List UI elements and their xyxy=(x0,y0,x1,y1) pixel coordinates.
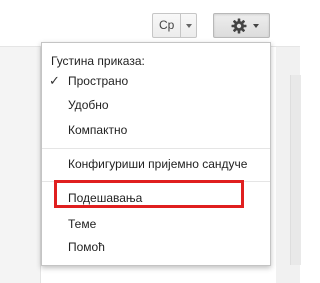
checkmark-icon: ✓ xyxy=(49,73,60,88)
menu-item-configure-inbox[interactable]: Конфигуриши пријемно сандуче xyxy=(42,153,270,175)
menu-item-help[interactable]: Помоћ xyxy=(42,236,270,258)
menu-item-density-cozy[interactable]: Удобно xyxy=(42,94,270,116)
menu-item-density-compact[interactable]: Компактно xyxy=(42,119,270,141)
menu-item-label: Удобно xyxy=(68,98,109,112)
gear-icon xyxy=(231,18,247,34)
menu-separator xyxy=(42,148,270,149)
menu-item-themes[interactable]: Теме xyxy=(42,213,270,235)
chevron-down-icon xyxy=(253,24,259,28)
settings-dropdown-menu: Густина приказа: ✓ Пространo Удобно Комп… xyxy=(41,42,271,266)
settings-gear-button[interactable] xyxy=(213,13,270,38)
language-dropdown-button[interactable] xyxy=(180,13,198,38)
menu-item-density-comfortable[interactable]: ✓ Пространo xyxy=(42,70,270,92)
highlight-box xyxy=(54,180,244,208)
menu-item-label: Пространo xyxy=(68,74,129,88)
density-header: Густина приказа: xyxy=(51,54,145,68)
left-pane xyxy=(0,47,41,283)
chevron-down-icon xyxy=(186,24,193,28)
menu-item-label: Конфигуриши пријемно сандуче xyxy=(68,157,248,171)
right-pane xyxy=(276,47,301,283)
language-selector[interactable]: Ср xyxy=(152,13,198,38)
language-button[interactable]: Ср xyxy=(152,13,182,38)
top-toolbar: Ср xyxy=(0,0,300,47)
scrollbar[interactable] xyxy=(290,75,301,265)
menu-item-label: Компактно xyxy=(68,123,128,137)
menu-item-label: Теме xyxy=(68,217,97,231)
menu-item-label: Помоћ xyxy=(68,240,105,254)
